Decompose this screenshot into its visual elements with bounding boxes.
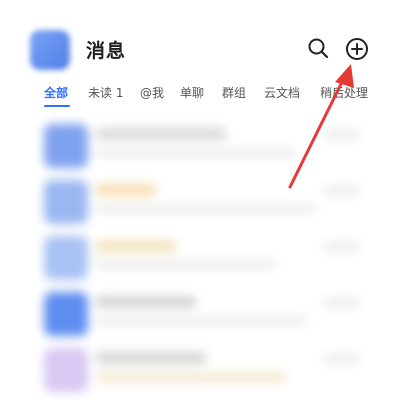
tab-later[interactable]: 稍后处理	[320, 84, 368, 102]
avatar	[44, 180, 88, 224]
tab-all[interactable]: 全部	[44, 84, 68, 102]
tab-cloud-docs[interactable]: 云文档	[264, 84, 300, 102]
user-avatar[interactable]	[30, 30, 70, 70]
list-item[interactable]	[0, 174, 400, 226]
page-title: 消息	[86, 40, 127, 62]
list-item[interactable]	[0, 230, 400, 282]
tab-mentions[interactable]: @我	[140, 84, 164, 102]
avatar	[44, 292, 88, 336]
add-circle-icon[interactable]	[345, 37, 369, 61]
list-item[interactable]	[0, 118, 400, 170]
tab-groups[interactable]: 群组	[222, 84, 246, 102]
search-icon[interactable]	[307, 37, 329, 59]
tab-direct-chats[interactable]: 单聊	[180, 84, 204, 102]
avatar	[44, 236, 88, 280]
avatar	[44, 124, 88, 168]
list-item[interactable]	[0, 342, 400, 394]
messages-screen: 消息 全部 未读 1 @我 单聊 群组 云文档 稍后处理	[0, 0, 400, 400]
filter-tabs: 全部 未读 1 @我 单聊 群组 云文档 稍后处理	[44, 84, 374, 108]
message-list	[0, 118, 400, 400]
avatar	[44, 348, 88, 392]
active-tab-indicator	[44, 105, 70, 107]
tab-unread[interactable]: 未读 1	[88, 84, 123, 102]
list-item[interactable]	[0, 286, 400, 338]
